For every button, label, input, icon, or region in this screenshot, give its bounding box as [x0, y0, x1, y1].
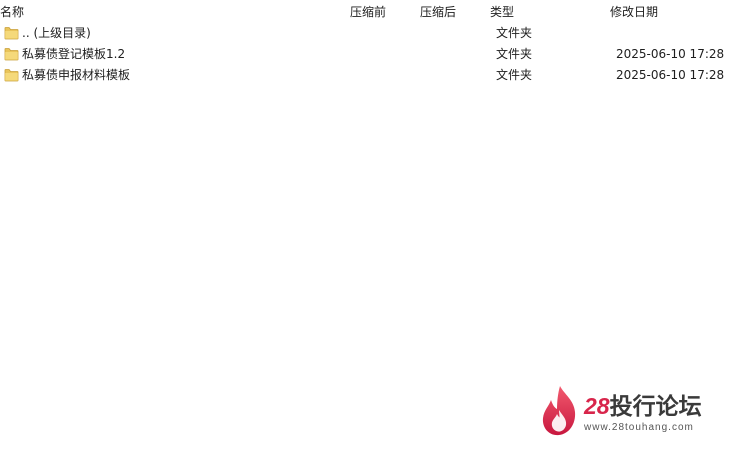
watermark-brand-number: 28: [584, 393, 610, 419]
list-item-type: 文件夹: [496, 68, 533, 82]
list-item-parent-dir[interactable]: .. (上级目录) 文件夹: [0, 23, 734, 44]
list-item-name: .. (上级目录): [22, 26, 91, 40]
flame-logo-icon: [542, 386, 576, 436]
list-item-type: 文件夹: [496, 47, 533, 61]
watermark-brand-text: 投行论坛: [609, 393, 702, 419]
list-item-modified: 2025-06-10 17:28: [616, 68, 725, 82]
column-header-type[interactable]: 类型: [490, 4, 514, 20]
watermark-brand: 28投行论坛: [584, 393, 702, 419]
file-list-window: 名称 压缩前 压缩后 类型 修改日期 .. (上级目录) 文件夹 私募债登记模板…: [0, 0, 734, 459]
file-list: .. (上级目录) 文件夹 私募债登记模板1.2 文件夹 2025-06-10 …: [0, 23, 734, 86]
list-item[interactable]: 私募债登记模板1.2 文件夹 2025-06-10 17:28: [0, 44, 734, 65]
column-header-modified[interactable]: 修改日期: [610, 4, 658, 20]
column-header-name[interactable]: 名称: [0, 4, 24, 20]
column-header-size-before[interactable]: 压缩前: [350, 4, 386, 20]
folder-icon: [4, 69, 19, 82]
watermark-logo: 28投行论坛 www.28touhang.com: [538, 384, 728, 440]
column-header-bar: 名称 压缩前 压缩后 类型 修改日期: [0, 0, 734, 22]
folder-icon: [4, 48, 19, 61]
list-item-name: 私募债登记模板1.2: [22, 47, 126, 61]
watermark-url: www.28touhang.com: [584, 422, 694, 433]
list-item[interactable]: 私募债申报材料模板 文件夹 2025-06-10 17:28: [0, 65, 734, 86]
list-item-type: 文件夹: [496, 26, 533, 40]
column-header-size-after[interactable]: 压缩后: [420, 4, 456, 20]
list-item-name: 私募债申报材料模板: [22, 68, 131, 82]
folder-icon: [4, 27, 19, 40]
list-item-modified: 2025-06-10 17:28: [616, 47, 725, 61]
